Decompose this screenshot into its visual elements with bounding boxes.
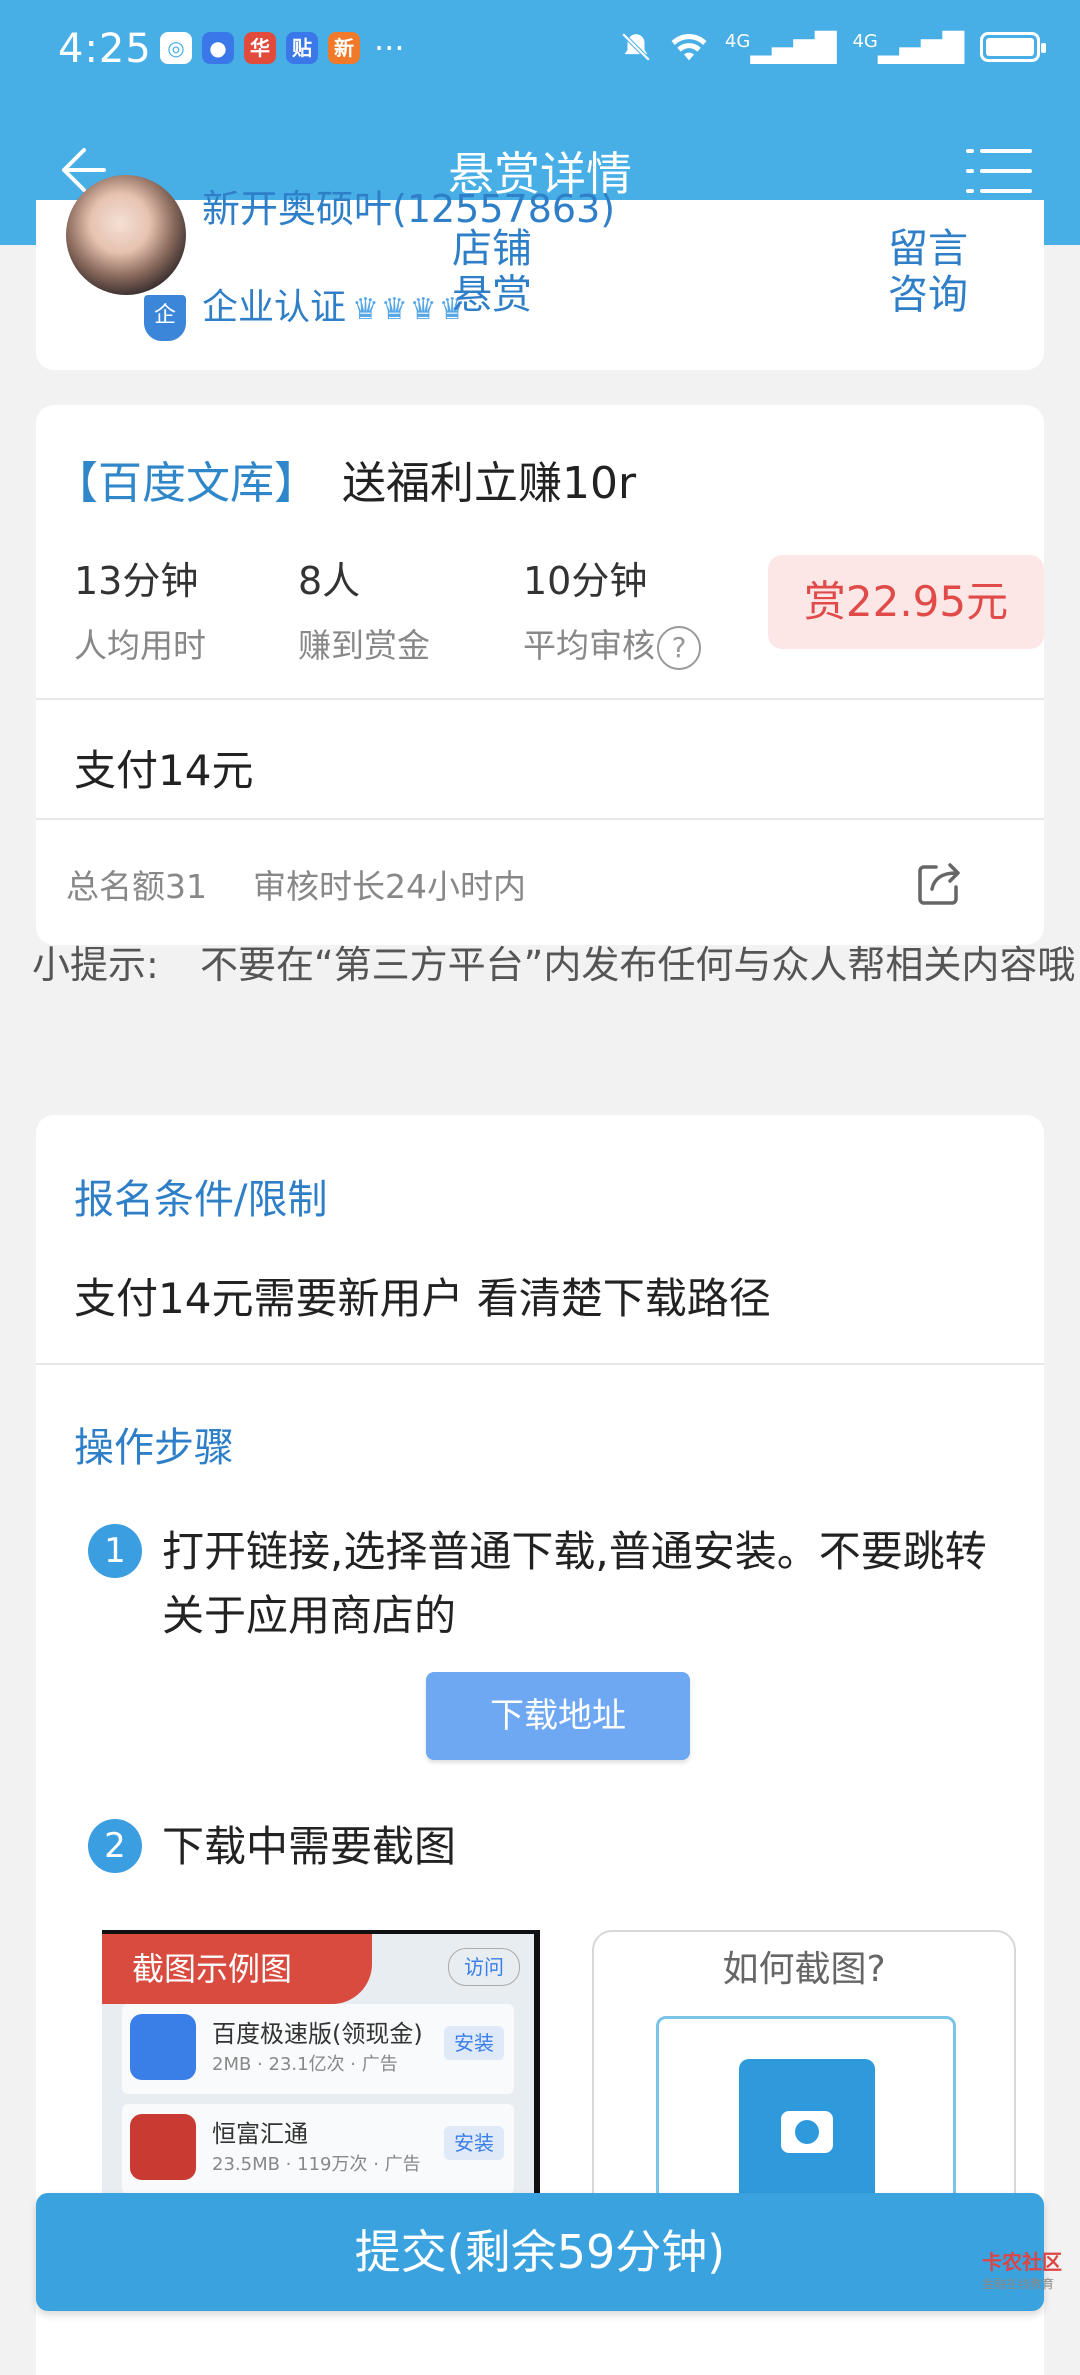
app-icon-4: 贴 xyxy=(286,32,318,64)
avatar[interactable] xyxy=(66,175,186,295)
watermark-sub: 金融在线教育 xyxy=(982,2277,1055,2291)
baidu-app-icon xyxy=(130,2014,196,2080)
example-app-sub: 2MB · 23.1亿次 · 广告 xyxy=(212,2054,398,2075)
store-card: 企 新开奥硕叶(12557863) 企业认证 ♛♛♛♛ 店铺 悬赏 留言 咨询 xyxy=(36,175,1044,370)
step-number: 1 xyxy=(88,1524,142,1578)
step-text: 下载中需要截图 xyxy=(162,1822,457,1871)
example-app-title: 百度极速版(领现金) xyxy=(212,2020,423,2048)
stat-avg-time: 13分钟 人均用时 xyxy=(74,550,206,667)
task-name: 送福利立赚10r xyxy=(342,458,637,509)
app-icon-2: ● xyxy=(202,32,234,64)
conditions-steps-card: 报名条件/限制 支付14元需要新用户 看清楚下载路径 操作步骤 1 打开链接,选… xyxy=(36,1115,1044,2375)
mute-icon xyxy=(621,32,651,62)
reward-badge: 赏22.95元 xyxy=(768,555,1044,649)
signal-icon-1: 4G▂▄▆█ xyxy=(724,30,837,64)
task-card: 【百度文库】 送福利立赚10r 13分钟 人均用时 8人 赚到赏金 10分钟 平均… xyxy=(36,405,1044,945)
app-icon-5: 新 xyxy=(328,32,360,64)
store-name[interactable]: 新开奥硕叶(12557863) xyxy=(202,178,615,233)
example-screenshot[interactable]: 截图示例图 访问 百度极速版(领现金) 2MB · 23.1亿次 · 广告 安装… xyxy=(102,1930,540,2204)
store-btn-line1: 店铺 xyxy=(452,226,532,272)
task-platform-tag: 【百度文库】 xyxy=(54,458,318,509)
submit-button[interactable]: 提交(剩余59分钟) xyxy=(36,2193,1044,2311)
share-icon[interactable] xyxy=(912,855,968,911)
enterprise-badge-icon: 企 xyxy=(142,293,188,343)
store-reward-button[interactable]: 店铺 悬赏 xyxy=(452,226,532,318)
example-app-title: 恒富汇通 xyxy=(212,2120,308,2148)
conditions-title: 报名条件/限制 xyxy=(74,1177,328,1223)
total-quota: 总名额31 xyxy=(66,867,207,906)
app-icon-3: 华 xyxy=(244,32,276,64)
wifi-icon xyxy=(671,34,707,61)
task-title: 【百度文库】 送福利立赚10r xyxy=(54,447,636,511)
payment-amount: 支付14元 xyxy=(74,746,254,795)
message-consult-button[interactable]: 留言 咨询 xyxy=(888,226,968,318)
example-app-row: 恒富汇通 23.5MB · 119万次 · 广告 安装 xyxy=(122,2104,514,2194)
example-app-sub: 23.5MB · 119万次 · 广告 xyxy=(212,2154,421,2175)
help-icon[interactable]: ? xyxy=(657,625,701,670)
example-install-button: 安装 xyxy=(444,2026,504,2060)
divider xyxy=(36,698,1044,700)
download-link-button[interactable]: 下载地址 xyxy=(426,1672,690,1760)
menu-icon[interactable] xyxy=(966,146,1032,196)
status-app-icons: ◎ ● 华 贴 新 ··· xyxy=(160,32,405,64)
status-bar: 4:25 ◎ ● 华 贴 新 ··· 4G▂▄▆█ 4G▂▄▆█ xyxy=(0,0,1080,100)
battery-icon xyxy=(980,32,1046,62)
watermark-brand: 卡农社区 xyxy=(982,2250,1062,2274)
tip-label: 小提示: xyxy=(32,943,159,987)
stat-avg-review: 10分钟 平均审核? xyxy=(523,550,701,670)
status-time: 4:25 xyxy=(58,26,152,72)
divider xyxy=(36,1363,1044,1365)
step-text: 打开链接,选择普通下载,普通安装。不要跳转关于应用商店的 xyxy=(162,1527,987,1640)
step-number: 2 xyxy=(88,1819,142,1873)
task-meta: 总名额31 审核时长24小时内 xyxy=(66,860,526,908)
hengfu-app-icon xyxy=(130,2114,196,2180)
review-duration: 审核时长24小时内 xyxy=(253,867,526,906)
store-certification: 企业认证 ♛♛♛♛ xyxy=(202,278,468,330)
example-visit-button: 访问 xyxy=(448,1948,520,1986)
store-btn-line2: 悬赏 xyxy=(452,272,532,318)
stat-value: 13分钟 xyxy=(74,559,199,603)
how-to-screenshot-title: 如何截图? xyxy=(722,1949,886,1990)
stat-label: 赚到赏金 xyxy=(298,626,430,665)
tip-text: 不要在“第三方平台”内发布任何与众人帮相关内容哦! xyxy=(200,943,1080,987)
stat-value: 8人 xyxy=(298,559,361,603)
example-label: 截图示例图 xyxy=(102,1934,372,2004)
divider xyxy=(36,818,1044,820)
watermark: 卡农社区金融在线教育 xyxy=(982,2246,1062,2292)
how-to-screenshot-card[interactable]: 如何截图? xyxy=(592,1930,1016,2246)
stat-value: 10分钟 xyxy=(523,559,648,603)
stat-label-text: 平均审核 xyxy=(523,626,655,665)
msg-btn-line2: 咨询 xyxy=(888,272,968,318)
status-right: 4G▂▄▆█ 4G▂▄▆█ xyxy=(619,30,1046,64)
more-notifications-icon: ··· xyxy=(374,29,405,67)
conditions-text: 支付14元需要新用户 看清楚下载路径 xyxy=(74,1274,771,1323)
example-install-button: 安装 xyxy=(444,2126,504,2160)
signal-icon-2: 4G▂▄▆█ xyxy=(852,30,964,64)
crown-icons: ♛♛♛♛ xyxy=(352,292,468,327)
msg-btn-line1: 留言 xyxy=(888,226,968,272)
app-icon-1: ◎ xyxy=(160,32,192,64)
certification-label: 企业认证 xyxy=(202,287,347,328)
steps-title: 操作步骤 xyxy=(74,1425,234,1471)
stat-earned-count: 8人 赚到赏金 xyxy=(298,550,430,667)
example-app-row: 百度极速版(领现金) 2MB · 23.1亿次 · 广告 安装 xyxy=(122,2004,514,2094)
stat-label: 平均审核? xyxy=(523,619,701,670)
stat-label: 人均用时 xyxy=(74,626,206,665)
